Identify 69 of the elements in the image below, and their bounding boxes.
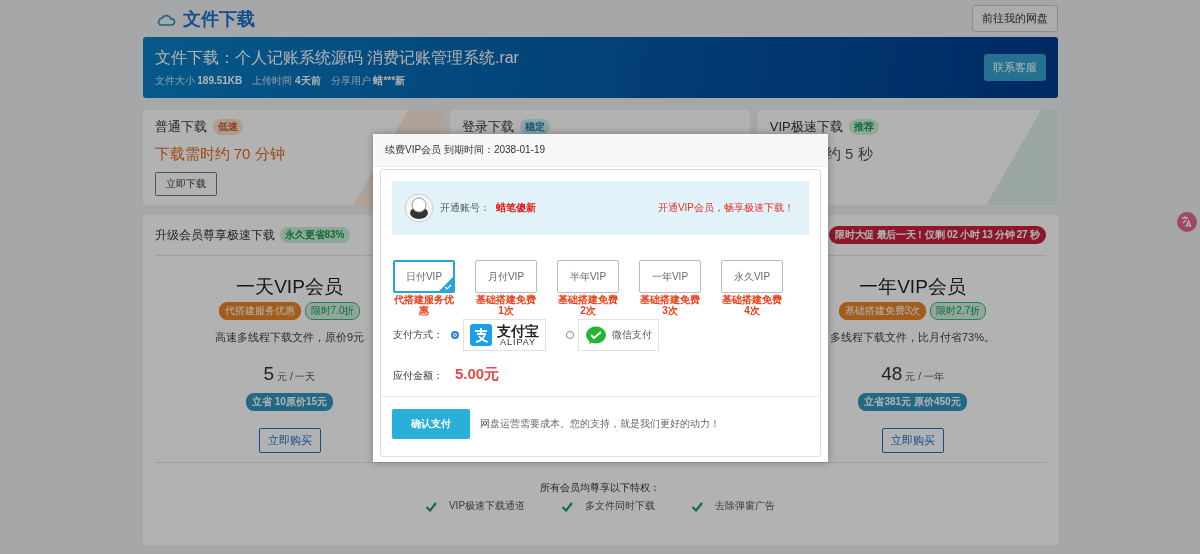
buy-button[interactable]: 立即购买 — [258, 428, 321, 453]
savings-badge: 永久更省83% — [279, 227, 350, 243]
dialog-title: 续费VIP会员 到期时间：2038-01-19 — [373, 134, 828, 167]
check-icon — [561, 500, 574, 512]
plan-name: 一年VIP会员 — [859, 275, 966, 299]
plan-tag: 代搭建服务优惠 — [218, 302, 301, 320]
card-title: VIP极速下载 — [769, 118, 843, 136]
perks-title: 所有会员均尊享以下特权： — [540, 481, 660, 495]
plan-option[interactable]: 月付VIP — [475, 260, 537, 293]
perk-text: 多文件同时下载 — [585, 499, 656, 513]
wechat-name: 微信支付 — [612, 328, 652, 342]
account-name: 蜡笔傻新 — [496, 201, 536, 215]
speed-badge: 低速 — [212, 119, 243, 135]
promo-badge: 限时大促 最后一天！仅剩 02 小时 13 分钟 27 秒 — [829, 226, 1046, 244]
payment-radio[interactable] — [566, 331, 574, 339]
savings-badge: 立省381元 原价450元 — [858, 393, 967, 411]
translate-icon — [1175, 210, 1199, 234]
price-unit: 元 / 一年 — [905, 370, 944, 384]
amount-value: 5.00元 — [455, 364, 500, 384]
buy-button[interactable]: 立即购买 — [881, 428, 944, 453]
download-button[interactable]: 立即下载 — [154, 172, 217, 196]
plan-option[interactable]: 日付VIP — [393, 260, 455, 293]
payment-radio[interactable] — [451, 331, 459, 339]
payment-option[interactable]: 支付宝 ALIPAY — [463, 319, 546, 351]
wechat-icon — [585, 325, 607, 345]
page-title: 文件下载 — [182, 7, 255, 31]
alipay-subname: ALIPAY — [499, 337, 537, 347]
plan-tag: 限时2.7折 — [930, 302, 987, 320]
plan-price: 48 — [881, 363, 903, 385]
plan-description: 高速多线程下载文件，原价9元 — [214, 330, 365, 345]
check-icon — [691, 500, 704, 512]
payment-label: 支付方式： — [393, 328, 443, 342]
option-note: 代搭建服务优惠 — [393, 294, 455, 316]
account-label: 开通账号： — [440, 201, 490, 215]
plan-price: 5 — [263, 363, 275, 385]
download-time: 下载需时约 70 分钟 — [154, 145, 285, 164]
avatar-icon — [404, 193, 434, 223]
speed-badge: 推荐 — [848, 119, 879, 135]
plan-option[interactable]: 半年VIP — [557, 260, 619, 293]
price-unit: 元 / 一天 — [277, 370, 316, 384]
option-note: 基础搭建免费2次 — [557, 294, 619, 316]
plan-description: 多线程下载文件，比月付省73%。 — [830, 330, 995, 345]
file-title: 文件下载：个人记账系统源码 消费记账管理系统.rar — [154, 47, 519, 68]
savings-badge: 立省 10原价15元 — [246, 393, 333, 411]
plan-tag: 限时7.0折 — [304, 302, 361, 320]
plan-name: 一天VIP会员 — [236, 275, 343, 299]
alipay-name: 支付宝 — [497, 323, 539, 338]
file-meta: 文件大小 189.51KB — [154, 73, 243, 88]
file-meta: 上传时间 4天前 — [252, 73, 321, 88]
card-title: 登录下载 — [462, 118, 515, 136]
plan-option[interactable]: 一年VIP — [639, 260, 701, 293]
plan-option[interactable]: 永久VIP — [721, 260, 783, 293]
perk-text: VIP极速下载通道 — [448, 499, 526, 513]
support-note: 网盘运营需要成本。您的支持，就是我们更好的动力！ — [480, 417, 720, 431]
section-title: 升级会员尊享极速下载 — [154, 226, 275, 244]
card-title: 普通下载 — [154, 118, 207, 136]
speed-badge: 稳定 — [520, 119, 551, 135]
perk-text: 去除弹窗广告 — [715, 499, 776, 513]
payment-option[interactable]: 微信支付 — [578, 319, 659, 351]
alipay-icon — [470, 324, 492, 346]
drive-button[interactable]: 前往我的网盘 — [971, 5, 1058, 32]
vip-slogan: 开通VIP会员，畅享极速下载！ — [657, 201, 794, 215]
check-icon — [424, 500, 437, 512]
option-note: 基础搭建免费4次 — [721, 294, 783, 316]
file-meta: 分享用户 蜡***新 — [330, 73, 406, 88]
option-note: 基础搭建免费1次 — [475, 294, 537, 316]
plan-tag: 基础搭建免费3次 — [838, 302, 927, 320]
amount-label: 应付金额： — [393, 369, 443, 383]
option-note: 基础搭建免费3次 — [639, 294, 701, 316]
